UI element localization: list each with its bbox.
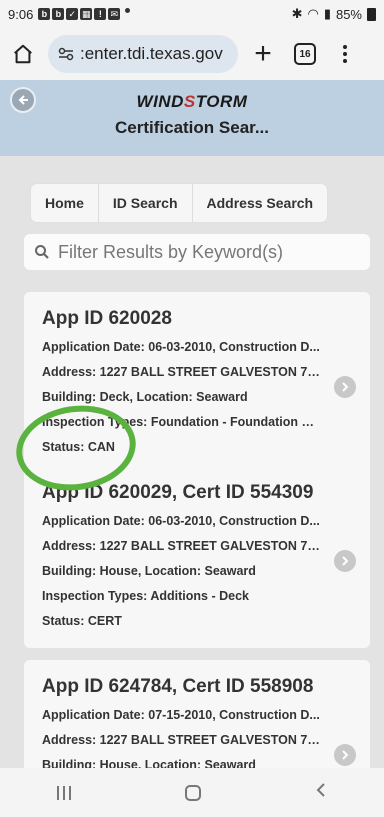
status-right: ✱ ◠ ▮ 85% bbox=[292, 6, 376, 22]
recents-bar-icon bbox=[57, 785, 59, 800]
alert-icon: ! bbox=[94, 8, 107, 20]
tab-home[interactable]: Home bbox=[31, 184, 99, 222]
back-nav-button[interactable] bbox=[315, 782, 327, 803]
menu-dot-icon bbox=[343, 45, 347, 49]
battery-percent: 85% bbox=[335, 6, 362, 22]
menu-dot-icon bbox=[343, 59, 347, 63]
status: Status: CERT bbox=[42, 614, 122, 628]
application-date: Application Date: 06-03-2010, Constructi… bbox=[42, 340, 320, 354]
open-detail-button[interactable] bbox=[334, 376, 356, 398]
address: Address: 1227 BALL STREET GALVESTON 775.… bbox=[42, 365, 322, 379]
shield-icon: ✓ bbox=[66, 8, 79, 20]
url-text: :enter.tdi.texas.gov bbox=[80, 44, 223, 63]
menu-dot-icon bbox=[343, 52, 347, 56]
new-tab-button[interactable]: + bbox=[248, 39, 278, 69]
plus-icon: + bbox=[254, 37, 272, 70]
home-nav-button[interactable] bbox=[185, 784, 201, 801]
logo-accent: S bbox=[183, 92, 196, 111]
tab-count: 16 bbox=[299, 48, 311, 60]
system-nav-bar bbox=[0, 768, 384, 817]
result-card[interactable]: App ID 620028 Application Date: 06-03-20… bbox=[24, 292, 370, 474]
open-detail-button[interactable] bbox=[334, 744, 356, 766]
logo-part: TORM bbox=[195, 92, 248, 111]
status-left: 9:06 b b ✓ ▦ ! ✉ bbox=[8, 6, 131, 22]
card-title: App ID 624784, Cert ID 558908 bbox=[42, 676, 314, 697]
battery-icon bbox=[367, 7, 376, 21]
page-title: Certification Sear... bbox=[115, 118, 269, 137]
status: Status: CAN bbox=[42, 440, 115, 454]
content-area[interactable]: Home ID Search Address Search Filter Res… bbox=[0, 156, 384, 768]
logo-part: WIND bbox=[136, 92, 184, 111]
home-button[interactable] bbox=[8, 39, 38, 69]
building: Building: House, Location: Seaward bbox=[42, 564, 256, 578]
recents-button[interactable] bbox=[57, 785, 71, 800]
clock: 9:06 bbox=[8, 6, 34, 22]
bluetooth-icon: ✱ bbox=[291, 6, 303, 21]
open-detail-button[interactable] bbox=[334, 550, 356, 572]
application-date: Application Date: 07-15-2010, Constructi… bbox=[42, 708, 320, 722]
browser-toolbar: :enter.tdi.texas.gov + 16 bbox=[0, 28, 384, 80]
mail-icon: ✉ bbox=[108, 8, 121, 20]
address: Address: 1227 BALL STREET GALVESTON 775.… bbox=[42, 539, 322, 553]
building: Building: Deck, Location: Seaward bbox=[42, 390, 248, 404]
notification-icons: b b ✓ ▦ ! ✉ bbox=[38, 8, 131, 20]
recents-bar-icon bbox=[63, 785, 65, 800]
address-bar[interactable]: :enter.tdi.texas.gov bbox=[48, 35, 238, 73]
app-header: WINDSTORM Certification Sear... bbox=[0, 80, 384, 156]
tab-switcher-button[interactable]: 16 bbox=[294, 43, 316, 65]
application-date: Application Date: 06-03-2010, Constructi… bbox=[42, 514, 320, 528]
tab-id-search[interactable]: ID Search bbox=[99, 184, 193, 222]
home-icon bbox=[14, 44, 32, 64]
search-icon bbox=[35, 245, 49, 259]
inspection-types: Inspection Types: Foundation - Foundatio… bbox=[42, 415, 322, 429]
site-settings-icon[interactable] bbox=[58, 47, 74, 61]
address: Address: 1227 BALL STREET GALVESTON 775.… bbox=[42, 733, 322, 747]
recents-bar-icon bbox=[69, 785, 71, 800]
status-bar: 9:06 b b ✓ ▦ ! ✉ ✱ ◠ ▮ 85% bbox=[0, 0, 384, 28]
filter-input[interactable]: Filter Results by Keyword(s) bbox=[24, 234, 370, 270]
result-card[interactable]: App ID 624784, Cert ID 558908 Applicatio… bbox=[24, 660, 370, 768]
back-chevron-icon bbox=[316, 783, 325, 797]
inspection-types: Inspection Types: Additions - Deck bbox=[42, 589, 249, 603]
b-app-icon: b bbox=[38, 8, 51, 20]
chevron-right-icon bbox=[342, 382, 349, 392]
more-dot-icon bbox=[125, 8, 131, 13]
nav-tabs: Home ID Search Address Search bbox=[31, 184, 328, 222]
chevron-right-icon bbox=[342, 556, 349, 566]
windstorm-logo: WINDSTORM bbox=[0, 92, 384, 112]
tab-address-search[interactable]: Address Search bbox=[193, 184, 328, 222]
calendar-icon: ▦ bbox=[80, 8, 93, 20]
card-title: App ID 620028 bbox=[42, 308, 172, 329]
signal-icon: ▮ bbox=[323, 6, 331, 21]
filter-placeholder: Filter Results by Keyword(s) bbox=[58, 241, 284, 262]
card-title: App ID 620029, Cert ID 554309 bbox=[42, 482, 314, 503]
b-app-icon: b bbox=[52, 8, 65, 20]
chevron-right-icon bbox=[342, 750, 349, 760]
browser-menu-button[interactable] bbox=[334, 45, 356, 63]
wifi-icon: ◠ bbox=[307, 6, 319, 21]
result-card[interactable]: App ID 620029, Cert ID 554309 Applicatio… bbox=[24, 466, 370, 648]
building: Building: House, Location: Seaward bbox=[42, 758, 256, 768]
